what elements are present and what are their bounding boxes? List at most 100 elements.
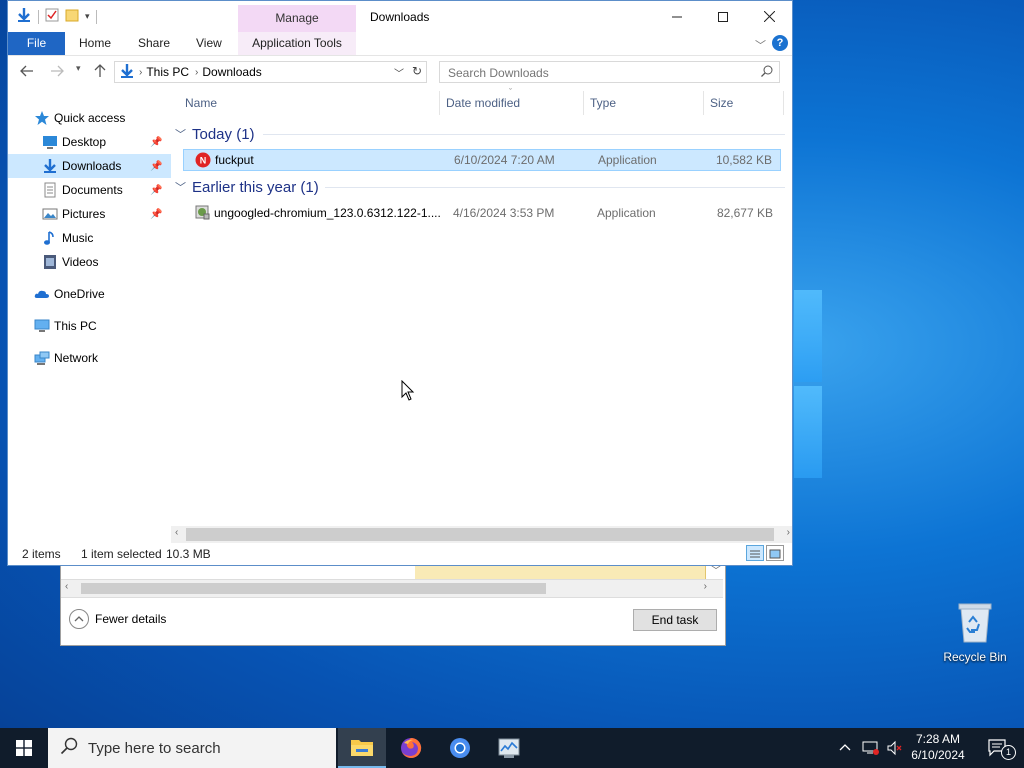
recent-locations-button[interactable]: ▾ — [76, 63, 81, 74]
large-icons-view-icon — [769, 549, 781, 559]
nav-label: OneDrive — [54, 287, 105, 301]
file-list[interactable]: Name Date modified ˇ Type Size ﹀ Today (… — [173, 87, 793, 529]
breadcrumb-downloads[interactable]: Downloads — [202, 65, 261, 79]
task-manager-scrollbar[interactable]: ‹ › — [61, 579, 723, 598]
file-size: 10,582 KB — [715, 153, 772, 167]
address-dropdown-icon[interactable]: ﹀ — [394, 65, 404, 80]
tab-file[interactable]: File — [8, 32, 65, 55]
new-folder-icon[interactable] — [65, 8, 79, 25]
search-box[interactable] — [439, 61, 780, 83]
nav-music[interactable]: Music — [8, 226, 171, 250]
address-bar[interactable]: › This PC › Downloads ﹀ ↻ — [114, 61, 427, 83]
windows-logo-wallpaper — [794, 290, 824, 480]
nav-documents[interactable]: Documents 📌 — [8, 178, 171, 202]
selection-count: 1 item selected — [81, 547, 162, 561]
file-type: Application — [598, 153, 657, 167]
search-input[interactable] — [446, 63, 750, 83]
recycle-bin-shortcut[interactable]: Recycle Bin — [940, 600, 1010, 664]
fewer-details-label: Fewer details — [95, 612, 167, 626]
taskbar-task-manager[interactable] — [485, 728, 533, 768]
taskbar-search-box[interactable]: Type here to search — [48, 728, 336, 768]
folder-icon — [351, 740, 373, 756]
up-button[interactable] — [94, 64, 106, 81]
column-header-name[interactable]: Name — [185, 89, 217, 117]
nav-label: Documents — [62, 183, 123, 197]
manage-tab[interactable]: Manage — [238, 5, 356, 32]
scrollbar-thumb[interactable] — [186, 528, 774, 541]
close-icon — [763, 11, 775, 22]
nav-videos[interactable]: Videos — [8, 250, 171, 274]
nav-this-pc[interactable]: This PC — [8, 314, 171, 338]
fewer-details-button[interactable]: Fewer details — [69, 609, 166, 629]
title-bar[interactable]: ▾ Manage Downloads — [8, 1, 792, 32]
tab-view[interactable]: View — [196, 32, 222, 55]
close-button[interactable] — [746, 1, 792, 32]
minimize-icon — [672, 16, 682, 17]
nav-downloads[interactable]: Downloads 📌 — [8, 154, 171, 178]
pin-icon[interactable]: 📌 — [150, 209, 162, 220]
windows-logo-icon — [16, 740, 32, 756]
breadcrumb-separator-icon: › — [139, 66, 143, 78]
maximize-button[interactable] — [700, 1, 746, 32]
pin-icon[interactable]: 📌 — [150, 185, 162, 196]
chevron-up-icon — [839, 744, 851, 751]
nav-quick-access[interactable]: Quick access — [8, 106, 171, 130]
file-size: 82,677 KB — [716, 206, 773, 220]
expand-ribbon-icon[interactable]: ﹀ — [755, 37, 766, 53]
network-disconnected-icon — [862, 741, 879, 755]
network-status-button[interactable] — [862, 740, 880, 759]
clock-date: 6/10/2024 — [911, 748, 965, 762]
search-icon[interactable] — [761, 65, 773, 80]
details-view-button[interactable] — [746, 545, 764, 561]
tab-home[interactable]: Home — [79, 32, 111, 55]
column-header-size[interactable]: Size — [710, 89, 733, 117]
taskbar-chromium[interactable] — [436, 728, 484, 768]
arrow-up-icon — [94, 64, 106, 77]
pin-icon[interactable]: 📌 — [150, 161, 162, 172]
taskbar-clock[interactable]: 7:28 AM 6/10/2024 — [900, 731, 976, 763]
show-hidden-icons-button[interactable] — [838, 740, 852, 757]
end-task-button[interactable]: End task — [633, 609, 717, 631]
tab-application-tools[interactable]: Application Tools — [238, 32, 356, 55]
start-button[interactable] — [0, 728, 48, 768]
svg-text:N: N — [200, 156, 207, 166]
nav-pictures[interactable]: Pictures 📌 — [8, 202, 171, 226]
file-type: Application — [597, 206, 656, 220]
file-row[interactable]: ungoogled-chromium_123.0.6312.122-1.... … — [183, 202, 781, 224]
breadcrumb-this-pc[interactable]: This PC — [146, 65, 189, 79]
properties-icon[interactable] — [45, 8, 59, 25]
nav-network[interactable]: Network — [8, 346, 171, 370]
group-header-earlier[interactable]: ﹀ Earlier this year (1) — [175, 177, 785, 197]
nav-desktop[interactable]: Desktop 📌 — [8, 130, 171, 154]
horizontal-scrollbar[interactable]: ‹ › — [171, 526, 792, 543]
customize-toolbar-icon[interactable]: ▾ — [85, 11, 90, 22]
address-row: ▾ › This PC › Downloads ﹀ ↻ — [8, 56, 792, 89]
recycle-bin-label: Recycle Bin — [943, 650, 1007, 664]
back-button[interactable] — [20, 64, 34, 80]
taskbar-firefox[interactable] — [387, 728, 435, 768]
download-folder-icon — [16, 7, 32, 26]
taskbar-file-explorer[interactable] — [338, 728, 386, 768]
scroll-right-icon[interactable]: › — [787, 527, 790, 538]
chromium-icon — [450, 738, 470, 758]
refresh-icon[interactable]: ↻ — [412, 64, 422, 78]
help-icon[interactable]: ? — [772, 35, 788, 51]
task-manager-window[interactable]: ﹀ ‹ › Fewer details End task — [60, 560, 726, 646]
action-center-button[interactable]: 1 — [980, 728, 1016, 768]
minimize-button[interactable] — [654, 1, 700, 32]
column-header-type[interactable]: Type — [590, 89, 616, 117]
nav-onedrive[interactable]: OneDrive — [8, 282, 171, 306]
forward-button[interactable] — [50, 64, 64, 80]
file-explorer-window[interactable]: ▾ Manage Downloads File Home Share View … — [7, 0, 793, 566]
desktop-icon — [42, 134, 58, 150]
pin-icon[interactable]: 📌 — [150, 137, 162, 148]
large-icons-view-button[interactable] — [766, 545, 784, 561]
taskbar-search-placeholder: Type here to search — [88, 739, 221, 757]
tab-share[interactable]: Share — [138, 32, 170, 55]
scroll-left-icon[interactable]: ‹ — [175, 527, 178, 538]
file-row[interactable]: N fuckput 6/10/2024 7:20 AM Application … — [183, 149, 781, 171]
group-header-today[interactable]: ﹀ Today (1) — [175, 124, 785, 144]
nav-label: Pictures — [62, 207, 106, 221]
nav-label: Downloads — [62, 159, 122, 173]
installer-icon — [194, 204, 210, 223]
